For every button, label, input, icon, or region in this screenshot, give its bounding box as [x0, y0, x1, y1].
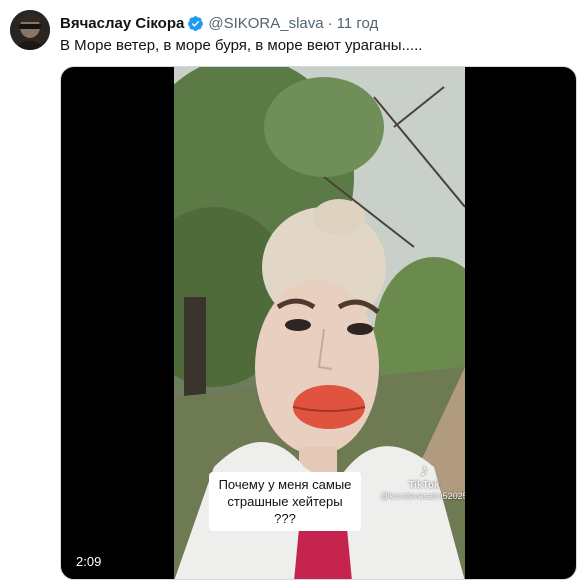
tiktok-logo-icon: ♪ [419, 460, 429, 480]
caption-line-1: Почему у меня самые [218, 477, 352, 492]
tweet-header: Вячаслау Сікора @SIKORA_slava · 11 год [60, 13, 378, 33]
display-name[interactable]: Вячаслау Сікора [60, 15, 184, 32]
tiktok-watermark: ♪ TikTok @korolevasaim52025 [379, 460, 465, 502]
video-player[interactable]: Почему у меня самые страшные хейтеры ???… [60, 66, 577, 580]
video-thumbnail[interactable]: Почему у меня самые страшные хейтеры ???… [174, 67, 465, 579]
avatar[interactable] [10, 10, 50, 50]
video-caption: Почему у меня самые страшные хейтеры ??? [209, 472, 361, 531]
tiktok-username: @korolevasaim52025 [380, 491, 465, 501]
user-handle[interactable]: @SIKORA_slava [208, 15, 323, 32]
caption-line-2: страшные хейтеры ??? [227, 494, 343, 526]
tweet-text: В Море ветер, в море буря, в море веют у… [60, 37, 423, 54]
tiktok-brand: TikTok [408, 480, 440, 491]
tweet-time[interactable]: 11 год [337, 15, 379, 32]
separator-dot: · [327, 14, 333, 32]
video-duration: 2:09 [71, 552, 107, 571]
tweet[interactable]: Вячаслау Сікора @SIKORA_slava · 11 год В… [0, 0, 585, 583]
verified-badge-icon [187, 15, 204, 32]
